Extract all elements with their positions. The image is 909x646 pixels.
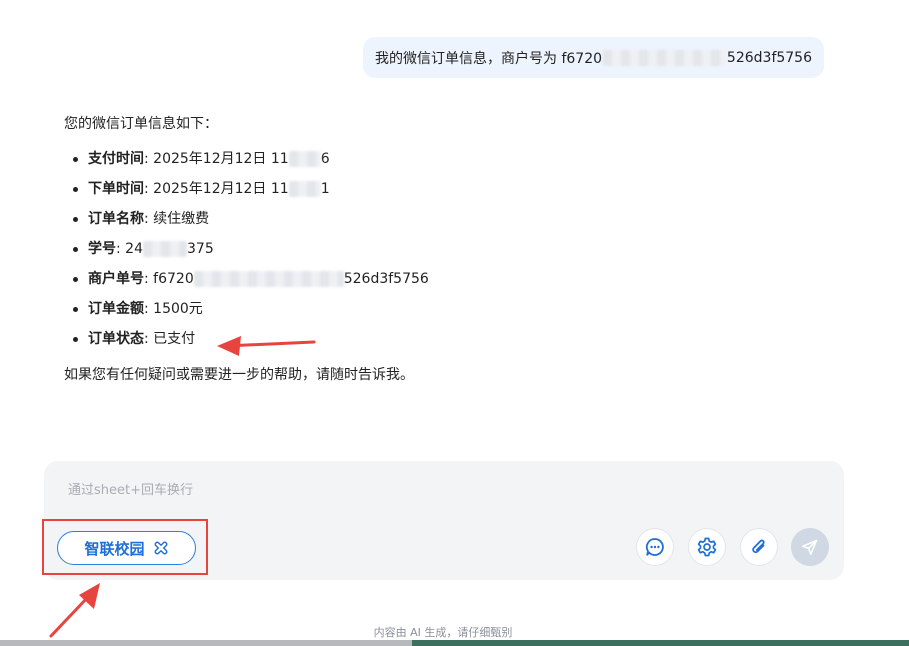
item-separator: : [144,271,154,287]
redacted-text [288,151,321,167]
chat-bubble-icon [645,538,664,556]
redacted-text [143,241,187,257]
send-button[interactable] [791,528,829,566]
gear-icon [697,537,717,557]
item-separator: : [144,211,154,227]
item-separator: : [144,151,154,167]
item-value: 24 [125,241,143,257]
user-message-bubble: 我的微信订单信息，商户号为 f6720 526d3f5756 [363,37,824,78]
list-item-pay-time: 支付时间: 2025年12月12日 11 6 [64,144,784,174]
list-item-order-time: 下单时间: 2025年12月12日 11 1 [64,174,784,204]
user-message-prefix: 我的微信订单信息，商户号为 f6720 [375,50,603,67]
order-detail-list: 支付时间: 2025年12月12日 11 6 下单时间: 2025年12月12日 … [64,144,784,354]
item-separator: : [116,241,126,257]
item-separator: : [144,331,154,347]
chat-button[interactable] [636,528,674,566]
paperclip-icon [752,539,765,554]
item-label: 商户单号 [88,271,144,287]
item-value-tail: 6 [320,151,330,167]
agent-chip-button[interactable]: 智联校园 [57,531,196,565]
item-value: 2025年12月12日 11 [153,151,289,167]
item-value-tail: 526d3f5756 [343,271,429,287]
item-separator: : [144,181,154,197]
ai-disclaimer: 内容由 AI 生成，请仔细甄别 [373,626,513,639]
item-value: f6720 [153,271,194,287]
attach-button[interactable] [740,528,778,566]
item-value: 2025年12月12日 11 [153,181,289,197]
item-value: 已支付 [153,331,196,347]
settings-button[interactable] [688,528,726,566]
list-item-status: 订单状态: 已支付 [64,324,784,354]
item-value-tail: 375 [187,241,214,257]
item-label: 订单名称 [88,211,144,227]
answer-outro: 如果您有任何疑问或需要进一步的帮助，请随时告诉我。 [64,367,414,383]
item-label: 下单时间 [88,181,144,197]
list-item-student-id: 学号: 24 375 [64,234,784,264]
item-label: 订单状态 [88,331,144,347]
chip-arrowhead [79,583,100,609]
list-item-amount: 订单金额: 1500元 [64,294,784,324]
bottom-strip-right [412,640,909,646]
send-icon [802,539,818,555]
redacted-text [288,181,321,197]
redacted-text [603,49,726,66]
redacted-text [193,271,344,287]
assistant-answer: 您的微信订单信息如下： 支付时间: 2025年12月12日 11 6 下单时间: … [64,112,784,388]
chat-page: 我的微信订单信息，商户号为 f6720 526d3f5756 您的微信订单信息如下… [0,0,909,646]
item-label: 订单金额 [88,301,144,317]
user-message-suffix: 526d3f5756 [726,49,812,66]
list-item-merchant-no: 商户单号: f6720 526d3f5756 [64,264,784,294]
item-value: 续住缴费 [153,211,210,227]
list-item-order-name: 订单名称: 续住缴费 [64,204,784,234]
item-value-tail: 1 [320,181,330,197]
item-label: 支付时间 [88,151,144,167]
item-value: 1500元 [153,301,203,317]
message-input[interactable] [66,479,810,501]
item-label: 学号 [88,241,116,257]
agent-chip-label: 智联校园 [84,539,145,558]
item-separator: : [144,301,154,317]
answer-intro: 您的微信订单信息如下： [64,116,218,132]
link-icon [154,541,167,555]
bottom-strip-left [0,640,412,646]
